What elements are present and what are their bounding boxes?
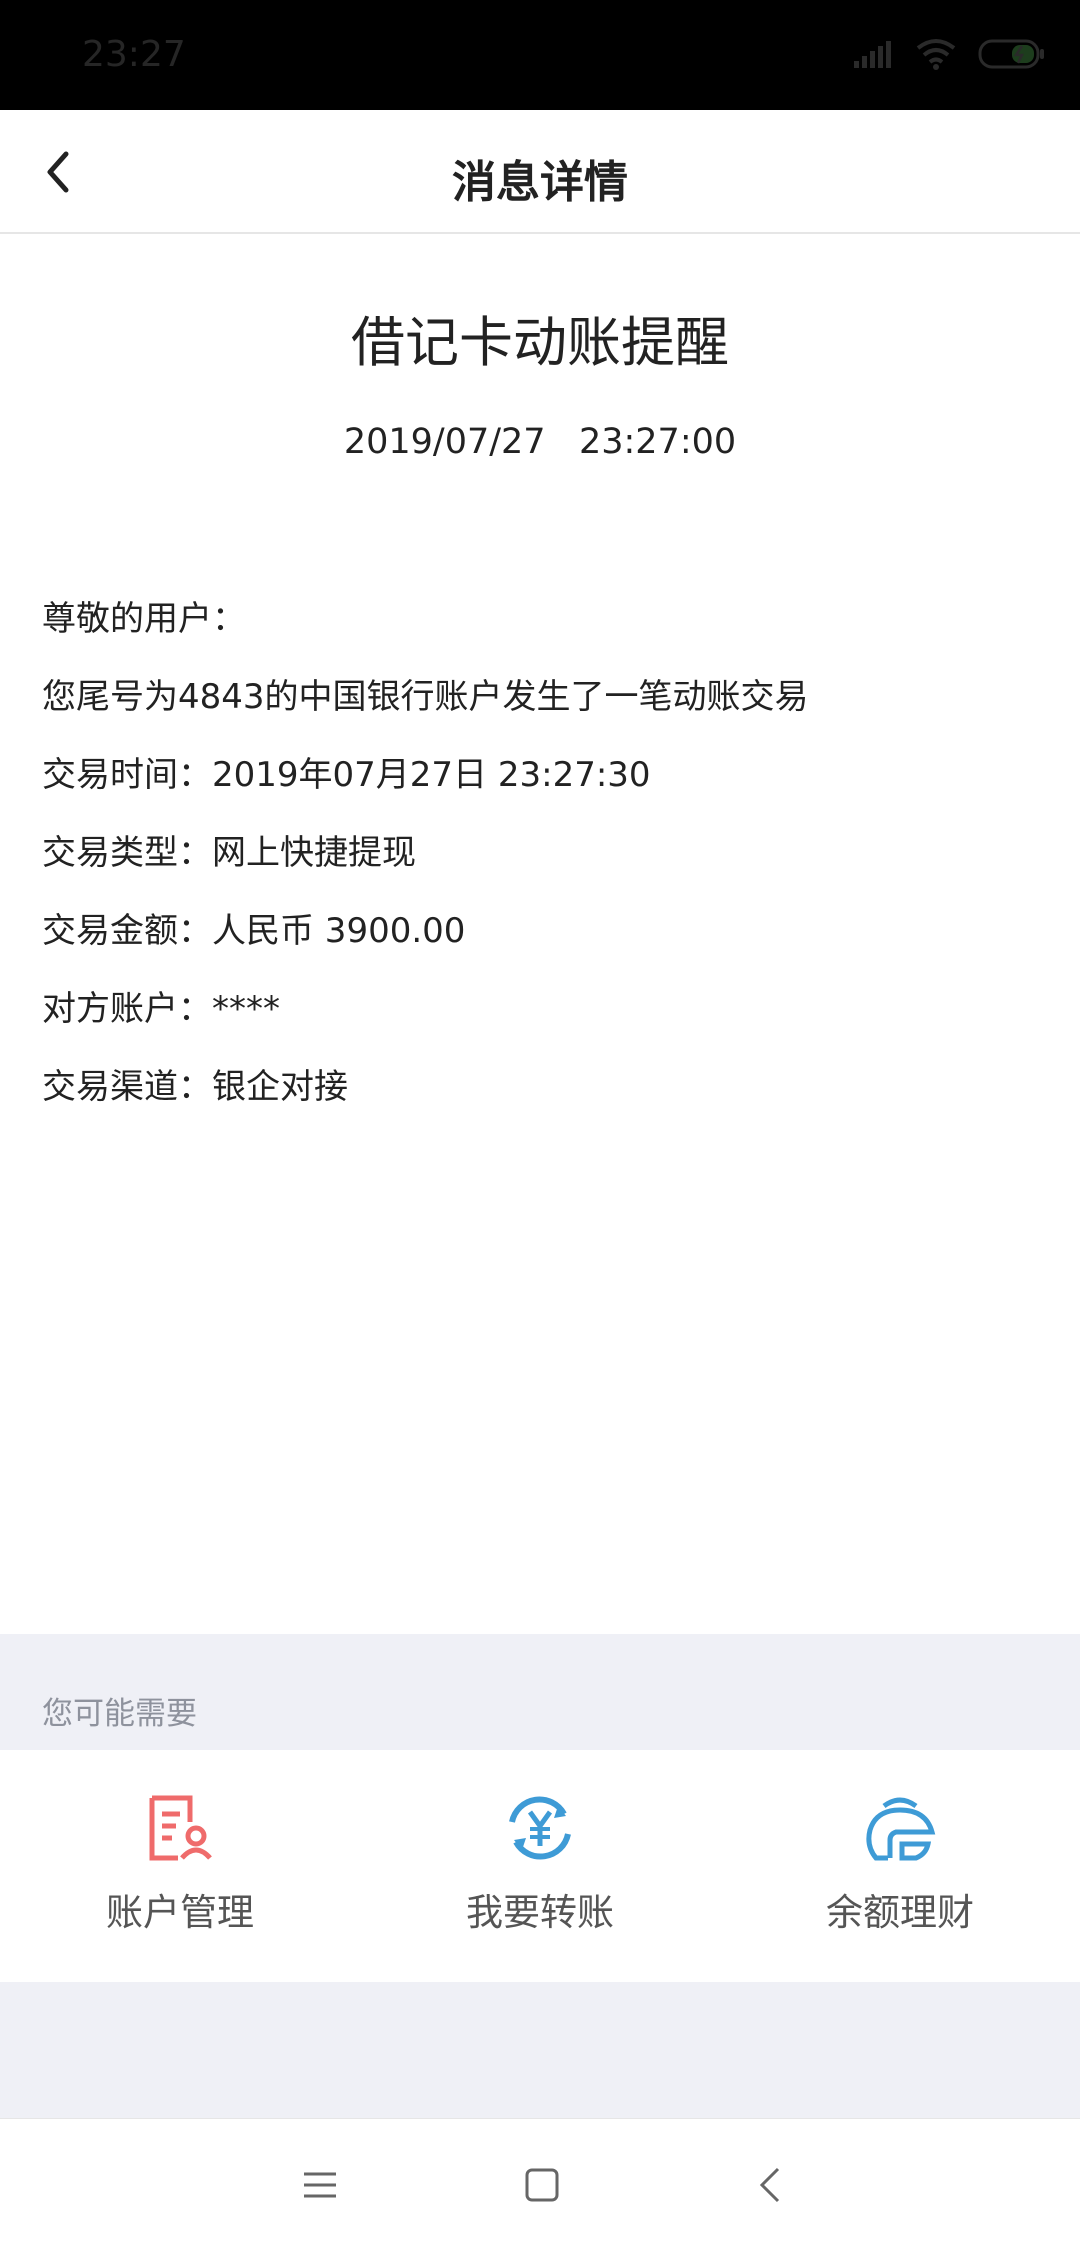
back-icon bbox=[759, 2167, 780, 2203]
message-line: 您尾号为4843的中国银行账户发生了一笔动账交易 bbox=[42, 677, 809, 717]
shortcut-wealth[interactable]: 余额理财 bbox=[720, 1750, 1080, 1982]
home-icon bbox=[525, 2168, 559, 2202]
message-title: 借记卡动账提醒 bbox=[351, 311, 729, 374]
system-back-button[interactable] bbox=[738, 2153, 802, 2217]
status-time: 23:27 bbox=[82, 34, 186, 75]
suggestion-label: 您可能需要 bbox=[42, 1696, 197, 1732]
transfer-icon bbox=[509, 1796, 571, 1860]
status-bar: 23:27 bbox=[0, 0, 1080, 110]
system-nav-bar bbox=[0, 2118, 1080, 2248]
shortcut-label: 账户管理 bbox=[106, 1891, 254, 1934]
message-line: 尊敬的用户： bbox=[42, 599, 246, 639]
shortcut-transfer[interactable]: 我要转账 bbox=[360, 1750, 720, 1982]
battery-icon bbox=[978, 39, 1044, 69]
nav-bar: 消息详情 bbox=[0, 110, 1080, 234]
shortcut-row: 账户管理 我要转账 余额理财 bbox=[0, 1750, 1080, 1982]
home-button[interactable] bbox=[510, 2153, 574, 2217]
message-line: 交易类型：网上快捷提现 bbox=[42, 833, 416, 873]
shortcut-label: 余额理财 bbox=[826, 1891, 974, 1934]
message-line: 交易渠道：银企对接 bbox=[42, 1067, 348, 1107]
status-icons bbox=[852, 38, 1046, 70]
menu-button[interactable] bbox=[288, 2153, 352, 2217]
account-management-icon bbox=[149, 1795, 212, 1861]
shortcut-label: 我要转账 bbox=[466, 1891, 614, 1934]
message-line: 交易金额：人民币 3900.00 bbox=[42, 911, 466, 951]
message-content: 借记卡动账提醒 2019/07/27 23:27:00 尊敬的用户： 您尾号为4… bbox=[0, 234, 1080, 1634]
page-title: 消息详情 bbox=[452, 157, 628, 208]
message-line: 对方账户：**** bbox=[42, 989, 280, 1029]
footer-spacer bbox=[0, 1982, 1080, 2118]
message-datetime: 2019/07/27 23:27:00 bbox=[343, 422, 737, 462]
menu-icon bbox=[304, 2172, 336, 2198]
signal-icon bbox=[854, 41, 891, 68]
suggestion-header: 您可能需要 bbox=[0, 1634, 1080, 1750]
message-body: 尊敬的用户： 您尾号为4843的中国银行账户发生了一笔动账交易 交易时间：201… bbox=[42, 580, 1042, 1126]
wealth-icon bbox=[866, 1797, 936, 1861]
shortcut-account-management[interactable]: 账户管理 bbox=[0, 1750, 360, 1982]
message-line: 交易时间：2019年07月27日 23:27:30 bbox=[42, 755, 651, 795]
wifi-icon bbox=[916, 39, 956, 70]
